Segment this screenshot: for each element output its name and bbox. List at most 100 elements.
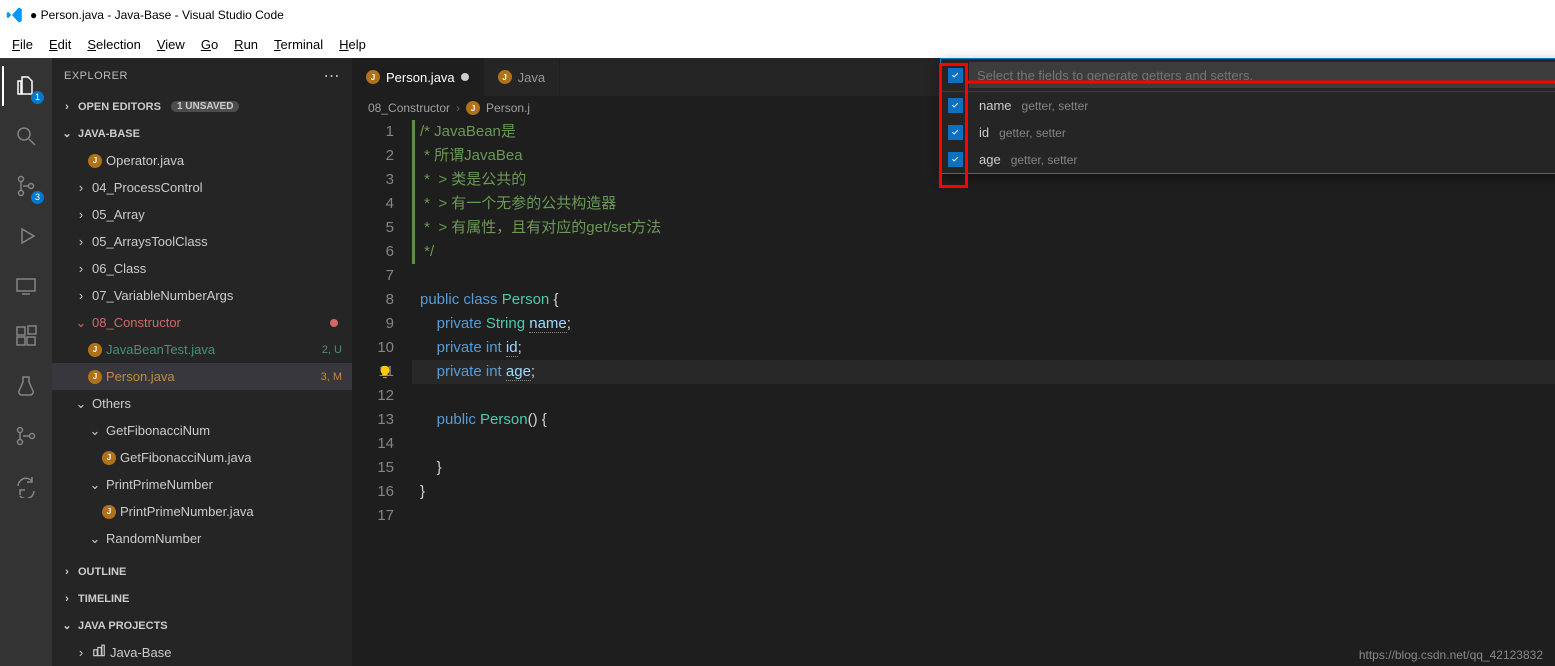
section-open-editors[interactable]: › OPEN EDITORS 1 UNSAVED [52, 93, 352, 120]
scm-badge: 3 [31, 191, 44, 204]
field-hint: getter, setter [999, 126, 1066, 140]
git-decoration: 3, M [321, 371, 342, 383]
item-label: 04_ProcessControl [92, 180, 203, 195]
folder-item[interactable]: ›05_ArraysToolClass [52, 228, 352, 255]
menu-terminal[interactable]: Terminal [266, 35, 331, 54]
activity-debug-icon[interactable] [2, 216, 50, 256]
folder-item[interactable]: ⌄ 08_Constructor [52, 309, 352, 336]
sidebar: EXPLORER ⋯ › OPEN EDITORS 1 UNSAVED ⌄ JA… [52, 58, 352, 666]
tab-java[interactable]: J Java [484, 58, 560, 96]
java-file-icon: J [466, 101, 480, 115]
folder-item[interactable]: ⌄RandomNumber [52, 525, 352, 552]
section-root-folder[interactable]: ⌄ JAVA-BASE [52, 120, 352, 147]
item-label: GetFibonacciNum [106, 423, 210, 438]
chevron-down-icon: ⌄ [74, 315, 88, 331]
chevron-right-icon: › [74, 234, 88, 249]
java-file-icon: J [88, 343, 102, 357]
chevron-right-icon: › [74, 180, 88, 195]
menu-run[interactable]: Run [226, 35, 266, 54]
code-content[interactable]: /* JavaBean是 * 所谓JavaBea * > 类是公共的 * > 有… [412, 120, 1555, 666]
select-all-checkbox[interactable] [948, 68, 963, 83]
java-file-icon: J [102, 451, 116, 465]
sidebar-title: EXPLORER [64, 70, 128, 82]
file-item[interactable]: JPrintPrimeNumber.java [52, 498, 352, 525]
folder-item[interactable]: ⌄PrintPrimeNumber [52, 471, 352, 498]
menu-help[interactable]: Help [331, 35, 374, 54]
field-name: age [979, 152, 1001, 167]
chevron-right-icon: › [60, 593, 74, 605]
item-label: Person.java [106, 369, 175, 384]
item-label: 06_Class [92, 261, 146, 276]
file-item[interactable]: J JavaBeanTest.java 2, U [52, 336, 352, 363]
quickpick-input[interactable] [969, 62, 1555, 88]
quickpick-item[interactable]: namegetter, setter [941, 92, 1555, 119]
section-outline[interactable]: › OUTLINE [52, 558, 352, 585]
item-label: JavaBeanTest.java [106, 342, 215, 357]
activity-sync-icon[interactable] [2, 466, 50, 506]
quickpick-item[interactable]: agegetter, setter [941, 146, 1555, 173]
project-icon [92, 644, 106, 661]
tab-person-java[interactable]: J Person.java [352, 58, 484, 96]
chevron-right-icon: › [74, 288, 88, 303]
line-number-gutter: 1234567891011121314151617 [352, 120, 412, 666]
item-label: 07_VariableNumberArgs [92, 288, 233, 303]
file-item[interactable]: J Operator.java [52, 147, 352, 174]
item-label: 08_Constructor [92, 315, 181, 330]
activity-scm-icon[interactable]: 3 [2, 166, 50, 206]
file-tree: JOperator.java›04_ProcessControl›05_Arra… [52, 147, 352, 558]
activity-remote-icon[interactable] [2, 266, 50, 306]
menu-selection[interactable]: Selection [79, 35, 148, 54]
code-editor[interactable]: 1234567891011121314151617 /* JavaBean是 *… [352, 120, 1555, 666]
watermark: https://blog.csdn.net/qq_42123832 [1359, 648, 1543, 662]
java-project-item[interactable]: › Java-Base [52, 639, 352, 666]
chevron-right-icon: › [60, 101, 74, 113]
folder-item[interactable]: ⌄ GetFibonacciNum [52, 417, 352, 444]
dirty-indicator-icon [461, 73, 469, 81]
field-name: name [979, 98, 1012, 113]
item-checkbox[interactable] [948, 98, 963, 113]
menu-go[interactable]: Go [193, 35, 226, 54]
git-decoration: 2, U [322, 344, 342, 356]
menu-edit[interactable]: Edit [41, 35, 79, 54]
menu-view[interactable]: View [149, 35, 193, 54]
file-item[interactable]: J Person.java 3, M [52, 363, 352, 390]
section-java-projects[interactable]: ⌄ JAVA PROJECTS [52, 612, 352, 639]
chevron-down-icon: ⌄ [88, 531, 102, 547]
item-checkbox[interactable] [948, 152, 963, 167]
activity-explorer-icon[interactable]: 1 [2, 66, 50, 106]
item-checkbox[interactable] [948, 125, 963, 140]
chevron-right-icon: › [456, 101, 460, 115]
item-label: Operator.java [106, 153, 184, 168]
item-label: Others [92, 396, 131, 411]
folder-item[interactable]: ›06_Class [52, 255, 352, 282]
section-timeline[interactable]: › TIMELINE [52, 585, 352, 612]
java-file-icon: J [498, 70, 512, 84]
java-file-icon: J [88, 370, 102, 384]
unsaved-badge: 1 UNSAVED [171, 101, 240, 112]
file-item[interactable]: J GetFibonacciNum.java [52, 444, 352, 471]
chevron-down-icon: ⌄ [88, 477, 102, 493]
activity-search-icon[interactable] [2, 116, 50, 156]
sidebar-more-icon[interactable]: ⋯ [324, 66, 341, 86]
chevron-down-icon: ⌄ [74, 396, 88, 412]
activity-git-icon[interactable] [2, 416, 50, 456]
folder-item[interactable]: › 04_ProcessControl [52, 174, 352, 201]
folder-item[interactable]: › 07_VariableNumberArgs [52, 282, 352, 309]
activity-extensions-icon[interactable] [2, 316, 50, 356]
item-label: GetFibonacciNum.java [120, 450, 252, 465]
folder-item[interactable]: ›05_Array [52, 201, 352, 228]
lightbulb-icon[interactable] [378, 363, 392, 377]
item-label: 05_Array [92, 207, 145, 222]
chevron-down-icon: ⌄ [60, 127, 74, 140]
quickpick-item[interactable]: idgetter, setter [941, 119, 1555, 146]
java-file-icon: J [88, 154, 102, 168]
activity-testing-icon[interactable] [2, 366, 50, 406]
title-bar: ● Person.java - Java-Base - Visual Studi… [0, 0, 1555, 30]
item-label: PrintPrimeNumber.java [120, 504, 254, 519]
folder-item[interactable]: ⌄ Others [52, 390, 352, 417]
java-file-icon: J [366, 70, 380, 84]
editor-group: J Person.java J Java 08_Constructor › J … [352, 58, 1555, 666]
modified-dot-icon [330, 319, 338, 327]
menu-file[interactable]: File [4, 35, 41, 54]
chevron-down-icon: ⌄ [88, 423, 102, 439]
